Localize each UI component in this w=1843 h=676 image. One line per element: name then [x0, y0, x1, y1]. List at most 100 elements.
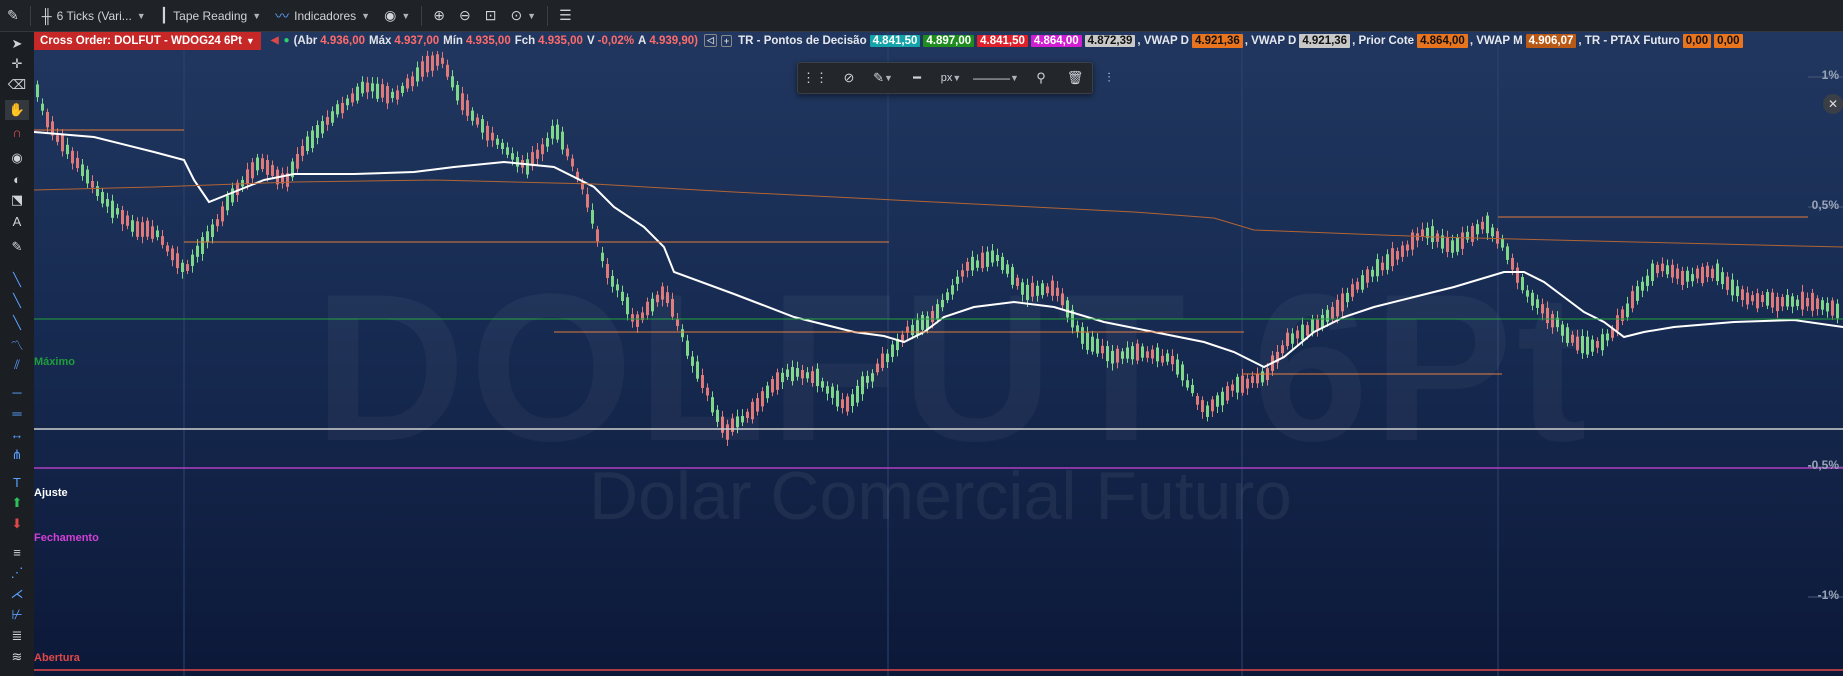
- candle-body: [661, 286, 664, 300]
- collapse-icon[interactable]: ◁: [703, 34, 717, 47]
- visibility-dropdown[interactable]: ◉ ▼: [377, 0, 417, 32]
- trash-icon[interactable]: 🗑: [1058, 63, 1092, 93]
- polyline-tool-icon[interactable]: 〽: [5, 334, 29, 354]
- candle-body: [1446, 237, 1449, 252]
- eye-tool-icon[interactable]: ◉: [5, 148, 29, 168]
- candle-body: [1631, 291, 1634, 309]
- candle-body: [1326, 309, 1329, 322]
- add-icon[interactable]: +: [720, 34, 733, 47]
- candle-body: [846, 396, 849, 412]
- indicators-dropdown[interactable]: 〰 Indicadores ▼: [268, 0, 377, 32]
- candle-body: [456, 84, 459, 101]
- candle-body: [626, 297, 629, 315]
- extended-line-tool-icon[interactable]: ╲: [5, 313, 29, 333]
- magnet-tool-icon[interactable]: ∩: [5, 122, 29, 142]
- arrow-up-tool-icon[interactable]: ⬆: [5, 493, 29, 513]
- candle-body: [1741, 289, 1744, 301]
- settings-button[interactable]: ☰: [552, 0, 579, 32]
- candle-body: [901, 334, 904, 341]
- candle-body: [1126, 347, 1129, 359]
- candle-body: [506, 147, 509, 155]
- unit-dropdown[interactable]: px ▼: [934, 63, 968, 93]
- trendline-tool-icon[interactable]: ╲: [5, 270, 29, 290]
- candle-body: [726, 424, 729, 440]
- text-tool-icon[interactable]: T: [5, 472, 29, 492]
- tr-badge-5: 4.872,39: [1084, 34, 1136, 47]
- candle-body: [1536, 299, 1539, 308]
- candle-body: [1566, 327, 1569, 343]
- candle-body: [121, 210, 124, 225]
- fib-projection-tool-icon[interactable]: ≣: [5, 626, 29, 646]
- zoom-reset-dropdown[interactable]: ⊙ ▼: [503, 0, 543, 32]
- cursor-tool-icon[interactable]: ➤: [5, 34, 29, 54]
- candle-body: [1796, 299, 1799, 307]
- arrow-down-tool-icon[interactable]: ⬇: [5, 514, 29, 534]
- settings-icon[interactable]: ⫶: [1092, 63, 1126, 93]
- gann-tool-icon[interactable]: ⋌: [5, 584, 29, 604]
- ticks-dropdown[interactable]: ╫ 6 Ticks (Vari... ▼: [35, 0, 153, 32]
- eraser-tool-icon[interactable]: ⌫: [5, 75, 29, 95]
- line-style-dropdown[interactable]: ──── ▼: [968, 63, 1024, 93]
- cross-order-button[interactable]: Cross Order: DOLFUT - WDOG24 6Pt ▼: [34, 31, 261, 50]
- toolbar-divider: [421, 5, 423, 26]
- candle-body: [1201, 400, 1204, 413]
- symbol-info-bar: Cross Order: DOLFUT - WDOG24 6Pt ▼ ◀ ● (…: [34, 31, 1743, 50]
- candle-body: [786, 369, 789, 377]
- tape-reading-dropdown[interactable]: ┃ Tape Reading ▼: [153, 0, 268, 32]
- candle-body: [1806, 297, 1809, 307]
- pencil-icon[interactable]: ✎: [0, 0, 26, 32]
- candle-body: [1606, 333, 1609, 341]
- line-width-button[interactable]: ━: [900, 63, 934, 93]
- candle-body: [1476, 224, 1479, 235]
- candle-body: [511, 153, 514, 160]
- candle-body: [1171, 355, 1174, 365]
- close-icon[interactable]: ✕: [1823, 94, 1843, 114]
- line-color-button[interactable]: ✎ ▼: [866, 63, 900, 93]
- candle-body: [616, 284, 619, 291]
- price-chart[interactable]: DOLFUT 6Pt Dolar Comercial Futuro 1% 0,5…: [34, 32, 1843, 676]
- pin-icon[interactable]: ⚲: [1024, 63, 1058, 93]
- candle-body: [731, 418, 734, 432]
- tr-decision-label: TR - Pontos de Decisão: [738, 34, 867, 47]
- candle-body: [151, 226, 154, 239]
- drag-handle-icon[interactable]: ⋮⋮: [798, 63, 832, 93]
- candle-body: [596, 229, 599, 242]
- candle-body: [961, 270, 964, 277]
- candle-body: [1636, 286, 1639, 301]
- candle-body: [871, 373, 874, 382]
- candle-body: [1301, 324, 1304, 341]
- candle-body: [1726, 276, 1729, 290]
- level-label-abertura: Abertura: [34, 652, 80, 664]
- crosshair-tool-icon[interactable]: ✛: [5, 54, 29, 74]
- text-box-tool-icon[interactable]: A: [5, 211, 29, 231]
- level-label-fechamento: Fechamento: [34, 532, 99, 544]
- ray-tool-icon[interactable]: ╲: [5, 291, 29, 311]
- zoom-out-button[interactable]: ⊖: [452, 0, 478, 32]
- horizontal-line-tool-icon[interactable]: ─: [5, 382, 29, 402]
- candle-body: [996, 254, 999, 262]
- brush-tool-icon[interactable]: ✎: [5, 237, 29, 257]
- range-tool-icon[interactable]: ↔: [5, 424, 29, 444]
- pitchfork-tool-icon[interactable]: ⋔: [5, 445, 29, 465]
- fib-fan-tool-icon[interactable]: ⊬: [5, 605, 29, 625]
- zoom-fit-button[interactable]: ⊡: [478, 0, 504, 32]
- draw-tool-icon[interactable]: ⬔: [5, 190, 29, 210]
- candle-body: [646, 301, 649, 316]
- ohlc-open-value: 4.936,00: [320, 34, 365, 47]
- candle-body: [1346, 292, 1349, 303]
- theme-tool-icon[interactable]: ◐: [5, 169, 29, 189]
- fan-tool-icon[interactable]: ⋰: [5, 563, 29, 583]
- chevron-left-icon[interactable]: ◀: [271, 35, 279, 46]
- zoom-in-button[interactable]: ⊕: [426, 0, 452, 32]
- candle-body: [351, 93, 354, 103]
- chevron-down-icon: ▼: [1009, 73, 1019, 83]
- fib-tool-icon[interactable]: ≡: [5, 542, 29, 562]
- candle-body: [941, 299, 944, 308]
- candle-body: [1746, 292, 1749, 305]
- channel-tool-icon[interactable]: ⫽: [5, 355, 29, 375]
- hide-icon[interactable]: ⊘: [832, 63, 866, 93]
- hand-tool-icon[interactable]: ✋: [5, 100, 29, 120]
- more-tools-icon[interactable]: ≋: [5, 647, 29, 667]
- parallel-lines-tool-icon[interactable]: ═: [5, 403, 29, 423]
- candle-body: [1491, 227, 1494, 237]
